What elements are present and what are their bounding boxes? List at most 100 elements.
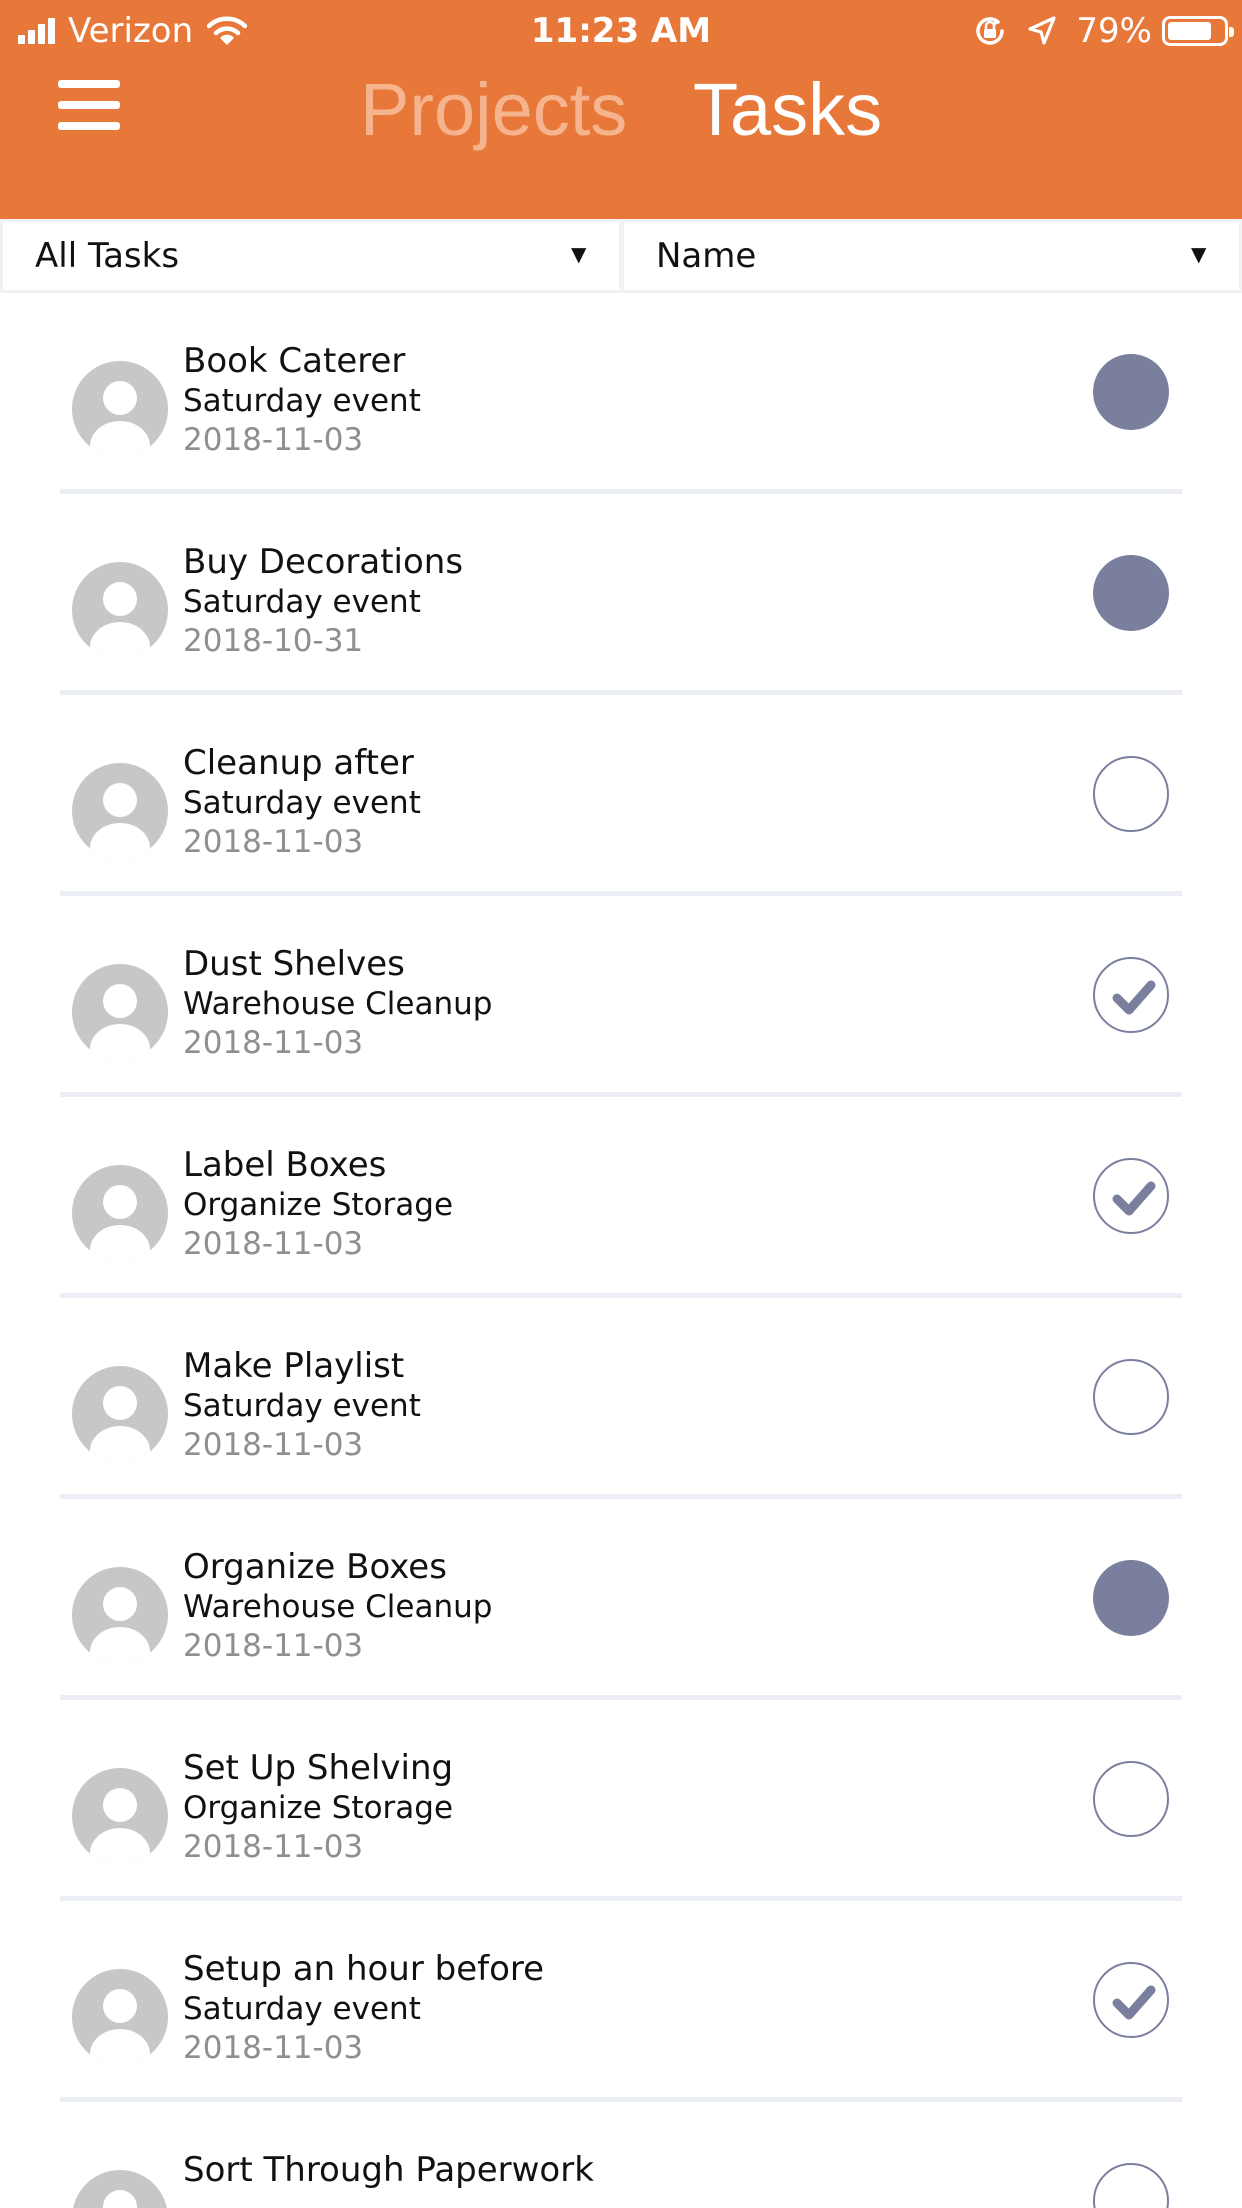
avatar-icon: [72, 1366, 168, 1462]
avatar-head: [103, 1989, 137, 2023]
avatar-icon: [72, 763, 168, 859]
avatar-icon: [72, 2170, 168, 2208]
status-right: 79%: [972, 10, 1234, 52]
avatar-icon: [72, 1567, 168, 1663]
orientation-lock-icon: [976, 17, 1005, 45]
task-row[interactable]: Set Up Shelving Organize Storage 2018-11-0…: [0, 1700, 1242, 1901]
task-row[interactable]: Dust Shelves Warehouse Cleanup 2018-11-03: [0, 896, 1242, 1097]
dropdown-caret-icon: ▼: [1191, 242, 1207, 266]
avatar-body: [90, 622, 150, 658]
task-title: Buy Decorations: [183, 542, 464, 582]
task-status-toggle[interactable]: [1093, 1158, 1169, 1234]
task-row[interactable]: Organize Boxes Warehouse Cleanup 2018-11-0…: [0, 1499, 1242, 1700]
avatar-icon: [72, 1165, 168, 1261]
task-project: Organize Storage: [183, 1187, 454, 1223]
avatar-head: [103, 1587, 137, 1621]
task-project: Saturday event: [183, 1388, 421, 1424]
task-row[interactable]: Sort Through Paperwork: [0, 2102, 1242, 2208]
dropdown-caret-icon: ▼: [571, 242, 587, 266]
task-row[interactable]: Buy Decorations Saturday event 2018-10-31: [0, 494, 1242, 695]
avatar-icon: [72, 1768, 168, 1864]
task-project: Saturday event: [183, 1991, 421, 2027]
tab-projects[interactable]: Projects: [360, 60, 627, 160]
checkmark-icon: [1112, 1181, 1156, 1216]
task-status-toggle[interactable]: [1093, 354, 1169, 430]
avatar-head: [103, 984, 137, 1018]
avatar-body: [90, 1627, 150, 1663]
avatar-body: [90, 823, 150, 859]
task-list: Book Caterer Saturday event 2018-11-03 Buy …: [0, 293, 1242, 2208]
app-header: Verizon 11:23 AM 79% Projects Tasks: [0, 0, 1242, 219]
location-icon: [1028, 16, 1057, 45]
task-status-toggle[interactable]: [1093, 1359, 1169, 1435]
task-status-toggle[interactable]: [1093, 756, 1169, 832]
task-title: Book Caterer: [183, 341, 406, 381]
avatar-body: [90, 1828, 150, 1864]
task-date: 2018-10-31: [183, 623, 364, 659]
avatar-head: [103, 1386, 137, 1420]
task-filter-select[interactable]: All Tasks ▼: [3, 222, 619, 290]
task-filter-value: All Tasks: [35, 236, 180, 276]
task-status-toggle[interactable]: [1093, 957, 1169, 1033]
task-row[interactable]: Cleanup after Saturday event 2018-11-03: [0, 695, 1242, 896]
app-screen: Verizon 11:23 AM 79% Projects Tasks All …: [0, 0, 1242, 2208]
task-date: 2018-11-03: [183, 1829, 364, 1865]
avatar-head: [103, 2190, 137, 2208]
task-title: Setup an hour before: [183, 1949, 545, 1989]
avatar-body: [90, 1225, 150, 1261]
task-title: Sort Through Paperwork: [183, 2150, 594, 2190]
battery-cap: [1229, 27, 1234, 37]
battery-percent: 79%: [1076, 11, 1152, 51]
avatar-head: [103, 1185, 137, 1219]
task-status-toggle[interactable]: [1093, 1962, 1169, 2038]
task-date: 2018-11-03: [183, 1226, 364, 1262]
avatar-head: [103, 582, 137, 616]
task-project: Saturday event: [183, 785, 421, 821]
status-bar: Verizon 11:23 AM 79%: [0, 0, 1242, 62]
avatar-head: [103, 381, 137, 415]
task-title: Organize Boxes: [183, 1547, 447, 1587]
task-title: Cleanup after: [183, 743, 414, 783]
sort-value: Name: [656, 236, 757, 276]
task-date: 2018-11-03: [183, 1025, 364, 1061]
task-row[interactable]: Make Playlist Saturday event 2018-11-03: [0, 1298, 1242, 1499]
checkmark-icon: [1112, 1985, 1156, 2020]
battery-icon: [1162, 16, 1234, 46]
avatar-head: [103, 1788, 137, 1822]
avatar-body: [90, 2029, 150, 2065]
task-row[interactable]: Setup an hour before Saturday event 2018-1…: [0, 1901, 1242, 2102]
task-date: 2018-11-03: [183, 2030, 364, 2066]
task-row[interactable]: Label Boxes Organize Storage 2018-11-03: [0, 1097, 1242, 1298]
avatar-body: [90, 421, 150, 457]
avatar-body: [90, 1024, 150, 1060]
avatar-icon: [72, 361, 168, 457]
task-date: 2018-11-03: [183, 1427, 364, 1463]
task-title: Dust Shelves: [183, 944, 405, 984]
task-date: 2018-11-03: [183, 422, 364, 458]
task-date: 2018-11-03: [183, 1628, 364, 1664]
task-status-toggle[interactable]: [1093, 2163, 1169, 2208]
task-date: 2018-11-03: [183, 824, 364, 860]
battery-fill: [1168, 22, 1211, 40]
task-project: Organize Storage: [183, 1790, 454, 1826]
avatar-body: [90, 1426, 150, 1462]
task-project: Warehouse Cleanup: [183, 1589, 493, 1625]
task-status-toggle[interactable]: [1093, 1761, 1169, 1837]
tab-tasks[interactable]: Tasks: [693, 60, 882, 160]
avatar-icon: [72, 964, 168, 1060]
avatar-head: [103, 783, 137, 817]
task-project: Warehouse Cleanup: [183, 986, 493, 1022]
checkmark-icon: [1112, 980, 1156, 1015]
task-title: Make Playlist: [183, 1346, 405, 1386]
task-title: Label Boxes: [183, 1145, 387, 1185]
task-status-toggle[interactable]: [1093, 1560, 1169, 1636]
sort-select[interactable]: Name ▼: [624, 222, 1239, 290]
nav-tabs: Projects Tasks: [0, 60, 1242, 160]
task-row[interactable]: Book Caterer Saturday event 2018-11-03: [0, 293, 1242, 494]
task-status-toggle[interactable]: [1093, 555, 1169, 631]
avatar-icon: [72, 562, 168, 658]
avatar-icon: [72, 1969, 168, 2065]
filter-bar: All Tasks ▼ Name ▼: [0, 219, 1242, 293]
task-title: Set Up Shelving: [183, 1748, 454, 1788]
task-project: Saturday event: [183, 383, 421, 419]
